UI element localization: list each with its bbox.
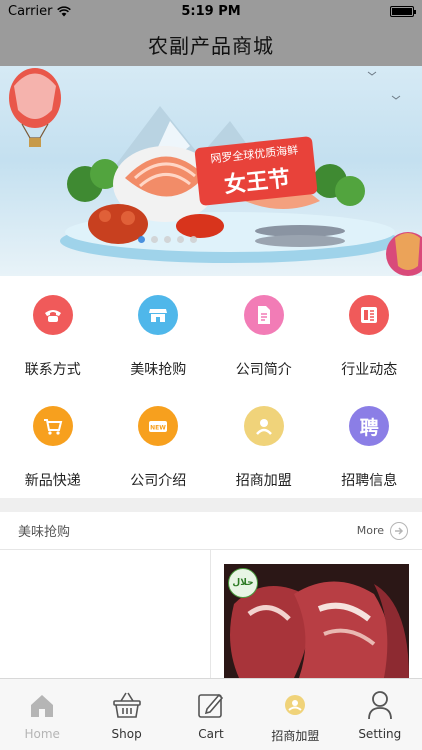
document-icon xyxy=(243,295,284,335)
recruit-glyph: 聘 xyxy=(359,416,379,439)
grid-item-label: 招聘信息 xyxy=(341,473,398,489)
tab-shop-label: Shop xyxy=(111,727,142,741)
grid-item[interactable]: 新品快递 xyxy=(0,387,106,498)
grid-item-label: 新品快递 xyxy=(24,473,81,489)
carousel-dot[interactable] xyxy=(138,236,145,243)
tab-setting-label: Setting xyxy=(358,727,402,741)
person-icon xyxy=(365,690,395,720)
edit-icon xyxy=(196,690,226,720)
carousel-dot[interactable] xyxy=(151,236,158,243)
tab-setting[interactable]: Setting xyxy=(338,679,422,750)
more-label: More xyxy=(356,524,384,537)
section-header: 美味抢购 More xyxy=(0,512,422,550)
halal-badge-text: حلال xyxy=(232,578,254,588)
grid-item-label: 公司介绍 xyxy=(130,473,187,489)
grid-item[interactable]: NEW 公司介绍 xyxy=(106,387,212,498)
grid-item-label: 美味抢购 xyxy=(130,362,187,378)
grid-item-label: 公司简介 xyxy=(235,362,292,378)
battery-fill xyxy=(392,7,412,15)
section-divider xyxy=(0,498,422,512)
handshake-icon xyxy=(243,406,284,446)
nav-bar: 农副产品商城 xyxy=(0,22,422,66)
tab-franchise[interactable]: 招商加盟 xyxy=(253,679,337,750)
carrier-label: Carrier xyxy=(8,3,53,19)
product-image[interactable]: حلال xyxy=(224,564,409,678)
status-left: Carrier xyxy=(8,3,72,19)
carousel-dot[interactable] xyxy=(164,236,171,243)
basket-icon xyxy=(112,690,142,720)
cart-icon xyxy=(32,406,73,446)
svg-text:NEW: NEW xyxy=(150,425,166,432)
grid-item-label: 行业动态 xyxy=(341,362,398,378)
carousel-dot[interactable] xyxy=(190,236,197,243)
recruit-icon: 聘 xyxy=(349,406,390,446)
grid-item[interactable]: 招商加盟 xyxy=(211,387,317,498)
handshake-icon xyxy=(280,690,310,720)
home-icon xyxy=(27,690,57,720)
grid-item[interactable]: 聘招聘信息 xyxy=(317,387,422,498)
tab-home-label: Home xyxy=(24,727,60,741)
newspaper-icon xyxy=(349,295,390,335)
status-bar: Carrier 5:19 PM xyxy=(0,0,422,22)
new-tag-icon: NEW xyxy=(138,406,179,446)
halal-badge: حلال xyxy=(228,568,258,598)
grid-item[interactable]: 行业动态 xyxy=(317,276,422,387)
tab-shop[interactable]: Shop xyxy=(84,679,168,750)
feature-grid: 联系方式 美味抢购 公司简介 行业动态新品快递 NEW 公司介绍 招商加盟 聘招聘信息 xyxy=(0,276,422,498)
banner-promo-tag: 网罗全球优质海鲜 女王节 xyxy=(194,135,318,207)
more-button[interactable]: More xyxy=(356,521,408,540)
battery-icon xyxy=(390,5,416,17)
carousel-dots[interactable] xyxy=(138,236,197,243)
grid-item-label: 招商加盟 xyxy=(235,473,292,489)
tab-home[interactable]: Home xyxy=(0,679,84,750)
grid-item[interactable]: 联系方式 xyxy=(0,276,106,387)
carousel-dot[interactable] xyxy=(177,236,184,243)
page-title: 农副产品商城 xyxy=(148,33,274,58)
grid-item[interactable]: 美味抢购 xyxy=(106,276,212,387)
phone-icon xyxy=(32,295,73,335)
tab-bar: Home Shop Cart 招商加盟 Setting xyxy=(0,678,422,750)
tab-cart[interactable]: Cart xyxy=(169,679,253,750)
tab-cart-label: Cart xyxy=(198,727,224,741)
product-list: حلال xyxy=(0,550,422,678)
promo-banner[interactable]: 网罗全球优质海鲜 女王节 xyxy=(0,66,422,276)
section-title: 美味抢购 xyxy=(18,525,71,540)
column-divider xyxy=(210,550,211,678)
tab-franchise-label: 招商加盟 xyxy=(271,729,320,743)
grid-item-label: 联系方式 xyxy=(24,362,81,378)
wifi-icon xyxy=(57,5,72,16)
arrow-right-icon xyxy=(390,521,408,540)
shop-icon xyxy=(138,295,179,335)
grid-item[interactable]: 公司简介 xyxy=(211,276,317,387)
